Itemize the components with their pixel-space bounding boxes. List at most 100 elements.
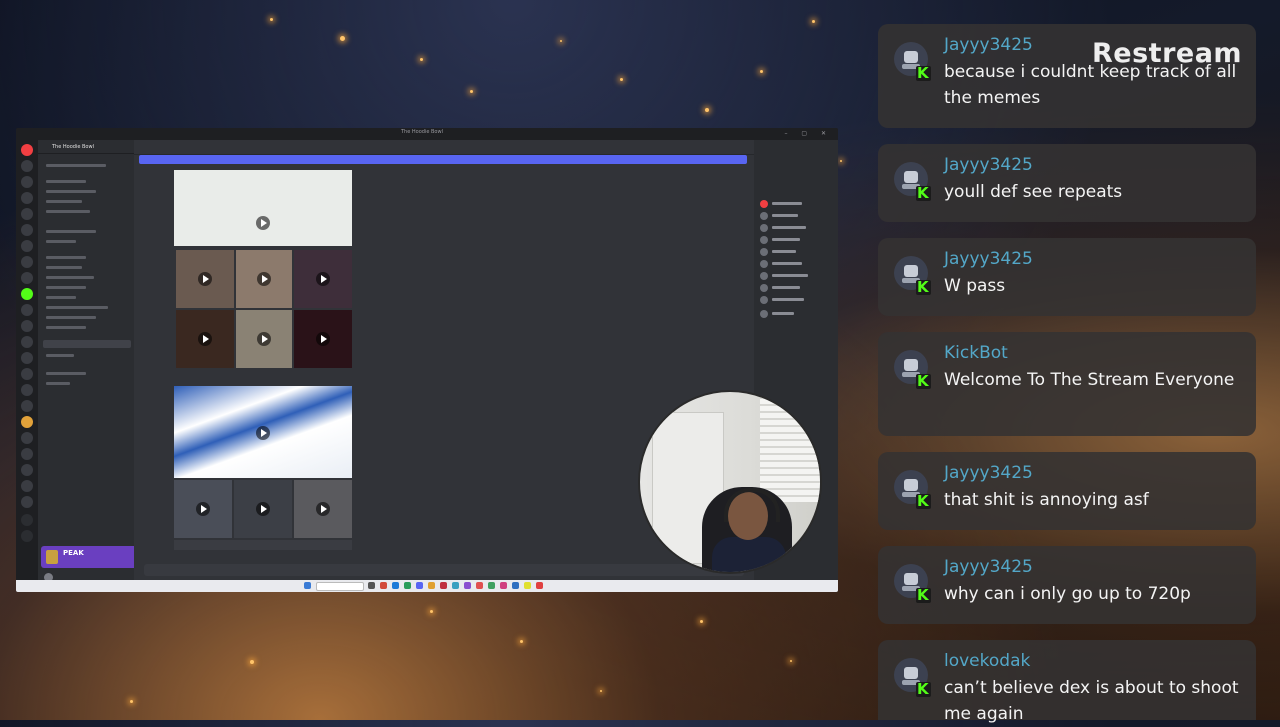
member-avatar[interactable]	[760, 200, 768, 208]
taskbar-search[interactable]	[316, 582, 364, 591]
server-icon[interactable]	[21, 144, 33, 156]
taskbar-app-icon[interactable]	[404, 582, 411, 589]
taskbar-app-icon[interactable]	[368, 582, 375, 589]
server-icon[interactable]	[21, 176, 33, 188]
taskbar-app-icon[interactable]	[380, 582, 387, 589]
server-icon[interactable]	[21, 448, 33, 460]
channel-item[interactable]	[46, 382, 70, 385]
member-name[interactable]	[772, 274, 808, 277]
server-icon[interactable]	[21, 416, 33, 428]
channel-item[interactable]	[46, 180, 86, 183]
server-icon[interactable]	[21, 224, 33, 236]
message-input[interactable]	[144, 564, 744, 576]
play-icon[interactable]	[198, 332, 212, 346]
play-icon[interactable]	[257, 272, 271, 286]
server-icon[interactable]	[21, 208, 33, 220]
channel-item[interactable]	[46, 210, 90, 213]
video-thumbnail[interactable]	[174, 540, 352, 550]
member-name[interactable]	[772, 312, 794, 315]
server-icon[interactable]	[21, 480, 33, 492]
play-icon[interactable]	[257, 332, 271, 346]
member-name[interactable]	[772, 286, 800, 289]
member-avatar[interactable]	[760, 310, 768, 318]
taskbar-app-icon[interactable]	[500, 582, 507, 589]
channel-item[interactable]	[46, 240, 76, 243]
explore-icon[interactable]	[21, 530, 33, 542]
taskbar-app-icon[interactable]	[524, 582, 531, 589]
taskbar-app-icon[interactable]	[416, 582, 423, 589]
play-icon[interactable]	[316, 272, 330, 286]
member-name[interactable]	[772, 202, 802, 205]
taskbar-app-icon[interactable]	[476, 582, 483, 589]
channel-item[interactable]	[46, 316, 96, 319]
server-icon[interactable]	[21, 384, 33, 396]
channel-item[interactable]	[46, 230, 96, 233]
channel-item[interactable]	[46, 266, 82, 269]
server-icon[interactable]	[21, 160, 33, 172]
server-icon[interactable]	[21, 256, 33, 268]
server-icon[interactable]	[21, 336, 33, 348]
member-avatar[interactable]	[760, 212, 768, 220]
video-thumbnail[interactable]	[176, 310, 234, 368]
member-avatar[interactable]	[760, 248, 768, 256]
channel-item[interactable]	[46, 286, 86, 289]
add-server-icon[interactable]	[21, 514, 33, 526]
member-name[interactable]	[772, 238, 800, 241]
audio-embed[interactable]	[174, 170, 352, 246]
taskbar-app-icon[interactable]	[428, 582, 435, 589]
server-icon[interactable]	[21, 464, 33, 476]
server-icon[interactable]	[21, 192, 33, 204]
video-thumbnail[interactable]	[294, 250, 352, 308]
member-avatar[interactable]	[760, 260, 768, 268]
server-icon[interactable]	[21, 320, 33, 332]
video-thumbnail[interactable]	[294, 310, 352, 368]
member-avatar[interactable]	[760, 296, 768, 304]
video-thumbnail[interactable]	[174, 386, 352, 478]
channel-item[interactable]	[46, 326, 86, 329]
video-thumbnail[interactable]	[294, 480, 352, 538]
video-thumbnail[interactable]	[176, 250, 234, 308]
member-avatar[interactable]	[760, 284, 768, 292]
taskbar-app-icon[interactable]	[452, 582, 459, 589]
play-icon[interactable]	[256, 502, 270, 516]
video-thumbnail[interactable]	[236, 310, 292, 368]
member-avatar[interactable]	[760, 272, 768, 280]
play-icon[interactable]	[196, 502, 210, 516]
taskbar-app-icon[interactable]	[536, 582, 543, 589]
server-icon[interactable]	[21, 400, 33, 412]
member-name[interactable]	[772, 298, 804, 301]
channel-item[interactable]	[46, 306, 108, 309]
channel-item[interactable]	[46, 190, 96, 193]
server-icon[interactable]	[21, 496, 33, 508]
channel-item[interactable]	[46, 164, 106, 167]
window-controls[interactable]: – ▢ ✕	[784, 130, 832, 137]
member-name[interactable]	[772, 214, 798, 217]
video-thumbnail[interactable]	[234, 480, 292, 538]
server-icon[interactable]	[21, 272, 33, 284]
taskbar-app-icon[interactable]	[488, 582, 495, 589]
server-icon[interactable]	[21, 368, 33, 380]
notification-banner[interactable]	[139, 155, 747, 164]
channel-item[interactable]	[46, 354, 74, 357]
server-icon[interactable]	[21, 432, 33, 444]
server-icon[interactable]	[21, 240, 33, 252]
member-avatar[interactable]	[760, 224, 768, 232]
play-icon[interactable]	[316, 332, 330, 346]
channel-item[interactable]	[46, 200, 82, 203]
taskbar-app-icon[interactable]	[392, 582, 399, 589]
server-icon[interactable]	[21, 288, 33, 300]
channel-item[interactable]	[46, 372, 86, 375]
taskbar-app-icon[interactable]	[512, 582, 519, 589]
channel-item[interactable]	[46, 256, 86, 259]
play-icon[interactable]	[256, 216, 270, 230]
member-name[interactable]	[772, 262, 802, 265]
play-icon[interactable]	[256, 426, 270, 440]
play-icon[interactable]	[198, 272, 212, 286]
member-name[interactable]	[772, 226, 806, 229]
channel-item[interactable]	[46, 276, 94, 279]
start-icon[interactable]	[304, 582, 311, 589]
server-icon[interactable]	[21, 352, 33, 364]
taskbar-app-icon[interactable]	[440, 582, 447, 589]
member-name[interactable]	[772, 250, 796, 253]
video-thumbnail[interactable]	[174, 480, 232, 538]
